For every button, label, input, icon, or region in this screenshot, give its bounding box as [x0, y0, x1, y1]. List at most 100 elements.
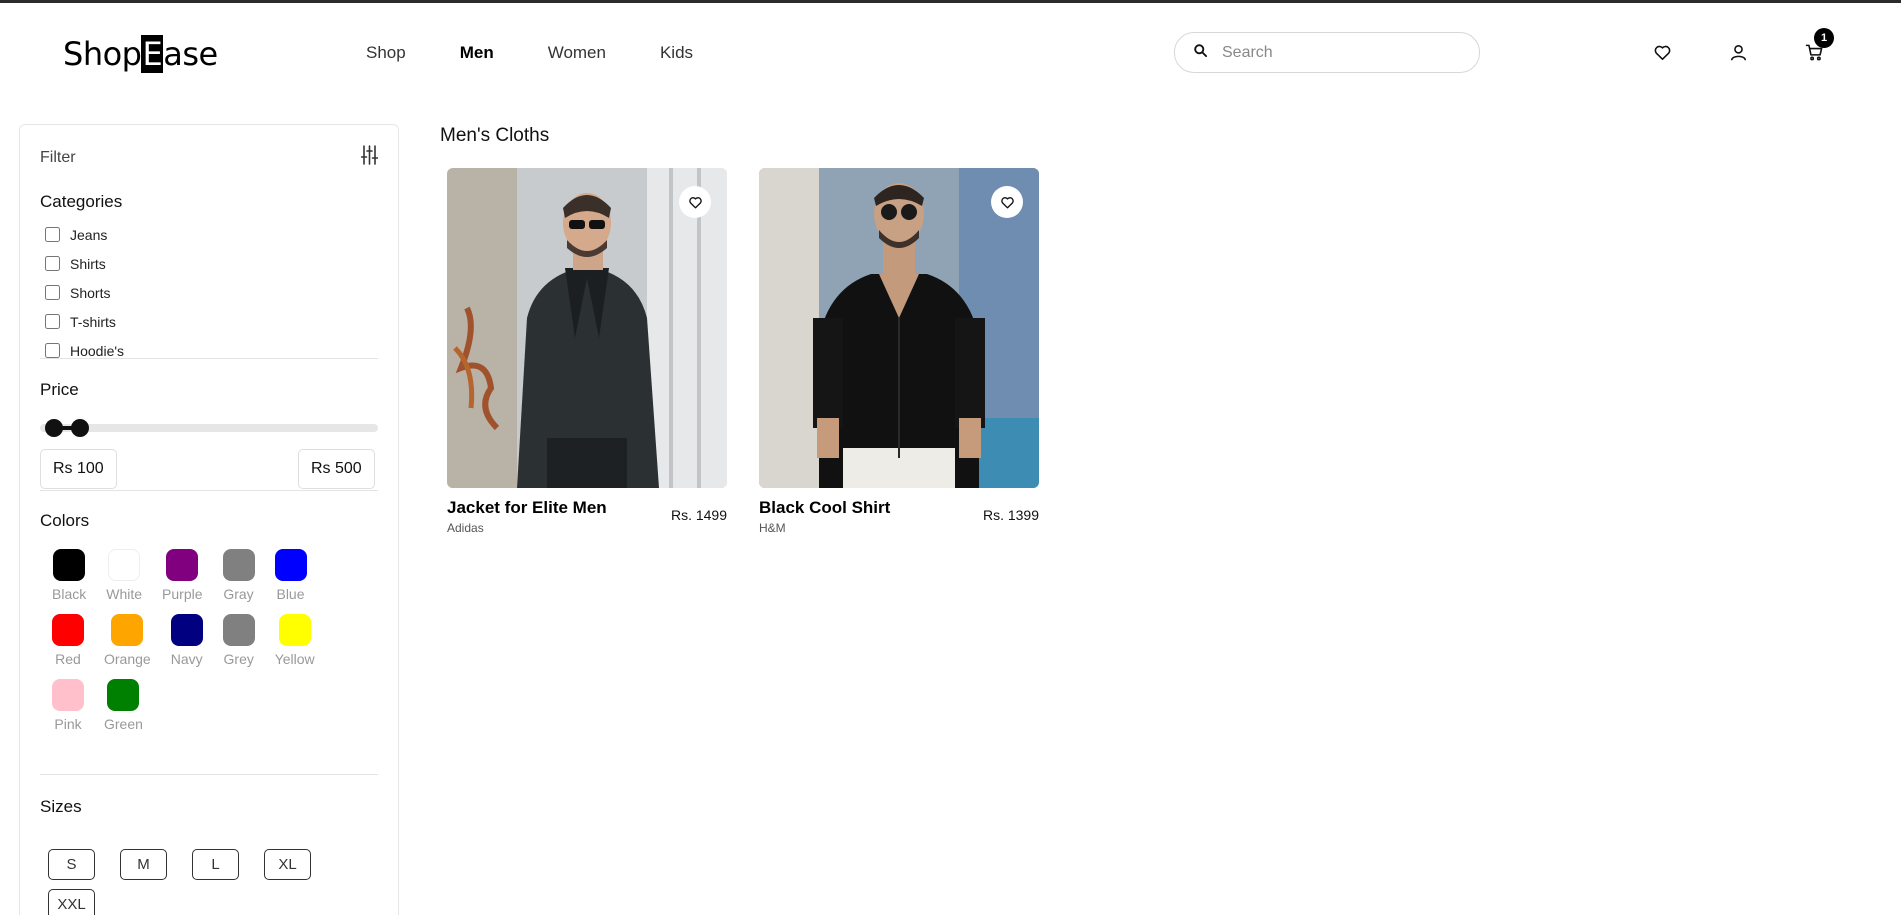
price-min-field[interactable]: Rs 100 — [40, 449, 117, 489]
color-swatch — [274, 549, 307, 581]
divider — [40, 774, 378, 775]
category-checkbox[interactable] — [45, 343, 60, 358]
size-button-xxl[interactable]: XXL — [48, 889, 95, 915]
color-label: Red — [55, 651, 81, 667]
product-info: Black Cool Shirt H&M Rs. 1399 — [759, 498, 1039, 542]
product-image[interactable] — [447, 168, 727, 488]
price-slider-max-thumb[interactable] — [71, 419, 89, 437]
color-option-orange[interactable]: Orange — [104, 614, 151, 667]
header: ShopEase Shop Men Women Kids 1 — [0, 3, 1901, 103]
filter-sidebar: Filter Categories Jeans Shirts Shorts T-… — [19, 124, 399, 915]
product-info: Jacket for Elite Men Adidas Rs. 1499 — [447, 498, 727, 542]
divider — [40, 490, 378, 491]
color-label: Black — [52, 586, 87, 602]
nav-link-women[interactable]: Women — [548, 43, 606, 63]
category-checkbox[interactable] — [45, 256, 60, 271]
category-item-jeans[interactable]: Jeans — [40, 220, 124, 249]
color-option-gray[interactable]: Gray — [222, 549, 255, 602]
color-option-red[interactable]: Red — [52, 614, 84, 667]
color-label: Purple — [162, 586, 203, 602]
product-photo-shirt — [759, 168, 1039, 488]
search-bar[interactable] — [1174, 32, 1480, 73]
logo[interactable]: Shop Ease — [63, 35, 218, 73]
color-option-pink[interactable]: Pink — [52, 679, 84, 732]
product-photo-jacket — [447, 168, 727, 488]
color-options: Black White Purple Gray Blue Red Orange … — [52, 549, 352, 744]
color-option-yellow[interactable]: Yellow — [275, 614, 315, 667]
color-swatch — [111, 614, 144, 646]
color-swatch — [222, 549, 255, 581]
color-label: Orange — [104, 651, 151, 667]
color-label: Grey — [223, 651, 254, 667]
category-label: Jeans — [70, 226, 108, 243]
product-brand: Adidas — [447, 521, 484, 535]
color-label: Yellow — [274, 651, 315, 667]
user-icon[interactable] — [1727, 41, 1749, 63]
category-checkbox[interactable] — [45, 285, 60, 300]
divider — [40, 358, 378, 359]
size-button-m[interactable]: M — [120, 849, 167, 880]
product-card[interactable]: Jacket for Elite Men Adidas Rs. 1499 — [447, 168, 727, 542]
color-row: Red Orange Navy Grey Yellow — [52, 614, 352, 667]
category-label: Shirts — [70, 255, 106, 272]
size-button-l[interactable]: L — [192, 849, 239, 880]
search-icon — [1193, 43, 1208, 63]
price-title: Price — [40, 380, 79, 399]
search-input[interactable] — [1222, 43, 1462, 62]
sliders-icon[interactable] — [360, 145, 379, 170]
color-option-purple[interactable]: Purple — [162, 549, 203, 602]
size-options: S M L XL XXL — [48, 849, 348, 915]
categories-title: Categories — [40, 192, 123, 211]
color-option-green[interactable]: Green — [104, 679, 143, 732]
cart-count-badge: 1 — [1814, 28, 1834, 48]
color-option-white[interactable]: White — [106, 549, 142, 602]
nav-link-shop[interactable]: Shop — [366, 43, 406, 63]
product-image[interactable] — [759, 168, 1039, 488]
sizes-title: Sizes — [40, 797, 82, 816]
category-item-shirts[interactable]: Shirts — [40, 249, 124, 278]
color-label: Gray — [223, 586, 254, 602]
heart-icon — [688, 196, 702, 208]
color-swatch — [52, 614, 84, 646]
price-slider-min-thumb[interactable] — [45, 419, 63, 437]
nav-link-men[interactable]: Men — [460, 43, 494, 63]
size-button-xl[interactable]: XL — [264, 849, 311, 880]
category-label: Shorts — [70, 284, 111, 301]
product-card[interactable]: Black Cool Shirt H&M Rs. 1399 — [759, 168, 1039, 542]
color-swatch — [107, 679, 140, 711]
category-checkbox[interactable] — [45, 314, 60, 329]
page-title: Men's Cloths — [440, 125, 550, 146]
color-swatch — [222, 614, 255, 646]
color-swatch — [166, 549, 199, 581]
color-swatch — [278, 614, 311, 646]
color-row: Pink Green — [52, 679, 352, 732]
category-item-tshirts[interactable]: T-shirts — [40, 307, 124, 336]
color-row: Black White Purple Gray Blue — [52, 549, 352, 602]
wishlist-button[interactable] — [679, 186, 711, 218]
color-swatch — [52, 679, 84, 711]
price-slider-track[interactable] — [40, 424, 378, 432]
color-option-navy[interactable]: Navy — [170, 614, 203, 667]
product-price: Rs. 1499 — [670, 507, 727, 523]
color-option-blue[interactable]: Blue — [274, 549, 307, 602]
filter-title: Filter — [40, 149, 76, 166]
size-button-s[interactable]: S — [48, 849, 95, 880]
category-item-hoodies[interactable]: Hoodie's — [40, 336, 124, 365]
color-swatch — [53, 549, 86, 581]
product-price: Rs. 1399 — [982, 507, 1039, 523]
color-swatch — [170, 614, 203, 646]
color-option-grey[interactable]: Grey — [222, 614, 255, 667]
category-item-shorts[interactable]: Shorts — [40, 278, 124, 307]
price-max-field[interactable]: Rs 500 — [298, 449, 375, 489]
heart-icon[interactable] — [1651, 41, 1673, 63]
main-nav: Shop Men Women Kids — [366, 43, 747, 63]
nav-link-kids[interactable]: Kids — [660, 43, 693, 63]
color-label: Navy — [170, 651, 203, 667]
color-option-black[interactable]: Black — [52, 549, 86, 602]
heart-icon — [1000, 196, 1014, 208]
category-label: T-shirts — [70, 313, 116, 330]
logo-text-start: Shop — [63, 35, 142, 73]
wishlist-button[interactable] — [991, 186, 1023, 218]
colors-title: Colors — [40, 511, 90, 530]
category-checkbox[interactable] — [45, 227, 60, 242]
